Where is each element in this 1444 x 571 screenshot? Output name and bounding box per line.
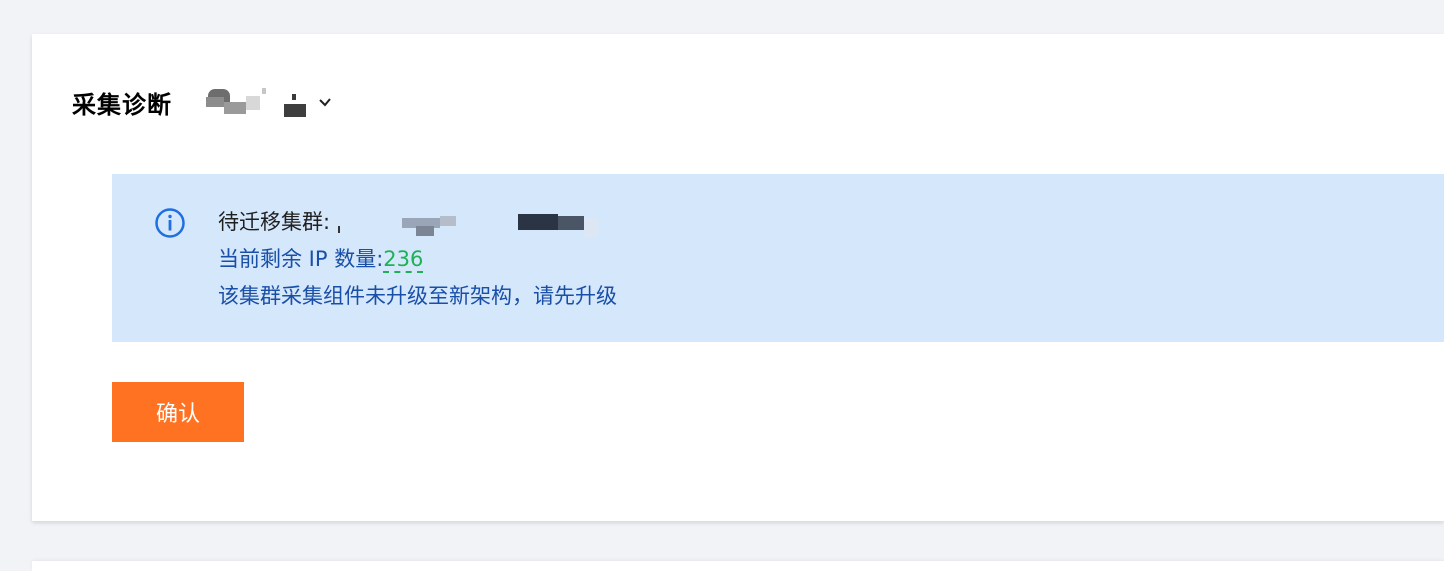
card-header: 采集诊断: [72, 84, 332, 120]
ip-line: 当前剩余 IP 数量:236: [218, 241, 617, 278]
diagnosis-card: 采集诊断 待迁移集群: 当前剩余 IP 数量:236 该集群采集组件未升级至新架…: [32, 34, 1444, 521]
info-alert: 待迁移集群: 当前剩余 IP 数量:236 该集群采集组件未升级至新架构，请先升…: [112, 174, 1444, 342]
page-title: 采集诊断: [72, 90, 172, 119]
cluster-name-redacted: [206, 84, 310, 120]
ip-count-value[interactable]: 236: [383, 247, 424, 273]
alert-text: 待迁移集群: 当前剩余 IP 数量:236 该集群采集组件未升级至新架构，请先升…: [218, 204, 617, 315]
cluster-id-redacted: [338, 208, 599, 238]
chevron-down-icon: [319, 98, 331, 107]
next-card-edge: [32, 561, 1444, 571]
ip-label: 当前剩余 IP 数量:: [218, 247, 384, 271]
info-icon: [155, 208, 185, 238]
upgrade-message: 该集群采集组件未升级至新架构，请先升级: [218, 284, 617, 308]
confirm-button[interactable]: 确认: [112, 382, 244, 442]
cluster-line: 待迁移集群:: [218, 204, 617, 241]
cluster-label: 待迁移集群:: [218, 210, 331, 234]
cluster-select[interactable]: [206, 84, 332, 120]
